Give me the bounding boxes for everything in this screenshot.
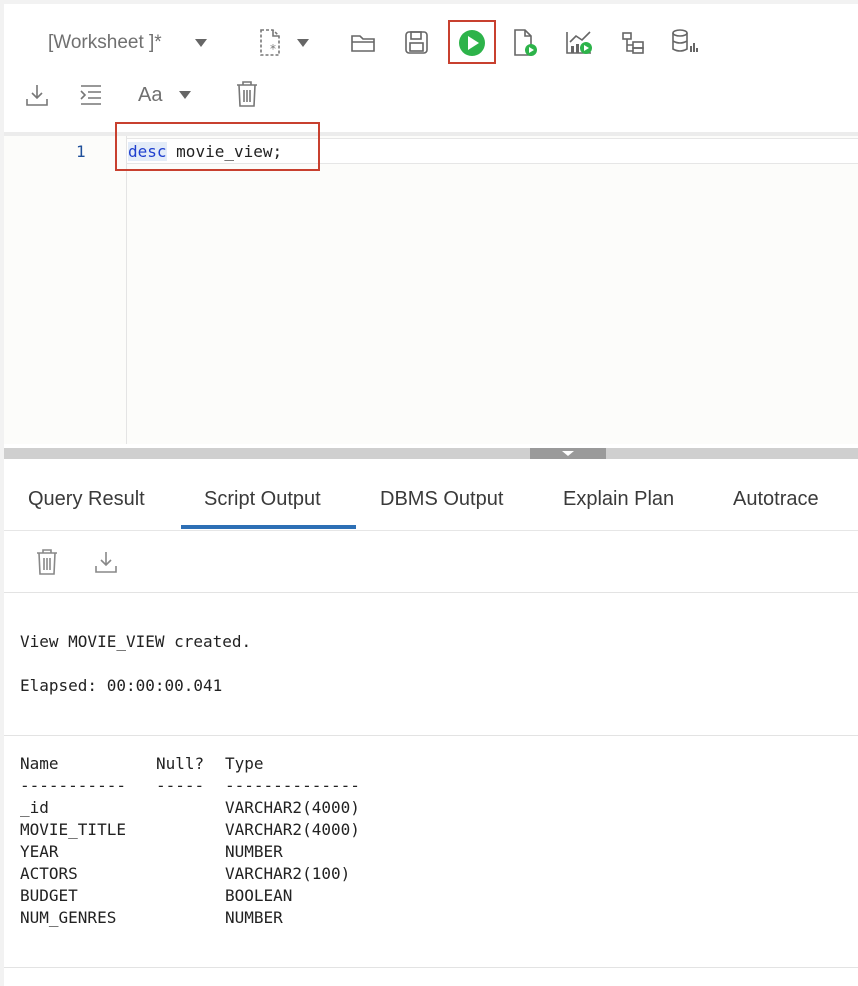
download-icon[interactable]	[24, 82, 50, 108]
tab-autotrace[interactable]: Autotrace	[733, 488, 819, 511]
underline-null: -----	[156, 776, 205, 795]
table-row: BUDGET BOOLEAN	[20, 885, 360, 907]
tab-dbms-output[interactable]: DBMS Output	[380, 488, 503, 511]
column-name: MOVIE_TITLE	[20, 820, 126, 839]
splitter-handle[interactable]	[530, 448, 606, 459]
tab-explain-plan[interactable]: Explain Plan	[563, 488, 674, 511]
run-statement-icon[interactable]	[458, 29, 486, 57]
table-row: YEAR NUMBER	[20, 841, 360, 863]
font-size-label[interactable]: Aa	[138, 84, 162, 107]
underline-type: --------------	[225, 776, 360, 795]
chevron-down-icon[interactable]	[296, 38, 310, 48]
tabs-divider	[4, 530, 858, 531]
line-gutter	[4, 136, 127, 444]
explain-plan-icon[interactable]	[620, 30, 646, 56]
code-editor[interactable]: 1 desc movie_view;	[4, 132, 858, 444]
format-indent-icon[interactable]	[78, 84, 104, 106]
describe-underline-row: ----------- ----- --------------	[20, 775, 360, 797]
underline-name: -----------	[20, 776, 126, 795]
chevron-down-icon[interactable]	[194, 38, 208, 48]
new-file-icon[interactable]: *	[258, 28, 284, 58]
column-header-name: Name	[20, 754, 59, 773]
column-header-type: Type	[225, 754, 264, 773]
column-type: VARCHAR2(4000)	[225, 798, 360, 817]
trash-icon[interactable]	[34, 548, 60, 576]
column-name: BUDGET	[20, 886, 78, 905]
column-type: NUMBER	[225, 908, 283, 927]
download-icon[interactable]	[93, 549, 119, 575]
sql-worksheet: [Worksheet ]* * Aa 1 desc movie_view; Qu…	[4, 4, 858, 986]
table-row: MOVIE_TITLE VARCHAR2(4000)	[20, 819, 360, 841]
pane-splitter[interactable]	[4, 448, 858, 459]
table-row: NUM_GENRES NUMBER	[20, 907, 360, 929]
output-divider	[4, 592, 858, 593]
active-tab-indicator	[181, 525, 356, 529]
column-name: YEAR	[20, 842, 59, 861]
run-script-icon[interactable]	[512, 28, 538, 58]
column-name: _id	[20, 798, 49, 817]
table-row: _id VARCHAR2(4000)	[20, 797, 360, 819]
line-number: 1	[76, 142, 86, 161]
column-type: VARCHAR2(100)	[225, 864, 351, 883]
describe-header-row: Name Null? Type	[20, 753, 360, 775]
column-name: ACTORS	[20, 864, 78, 883]
column-type: NUMBER	[225, 842, 283, 861]
tab-query-result[interactable]: Query Result	[28, 488, 145, 511]
output-divider	[4, 735, 858, 736]
created-message: View MOVIE_VIEW created.	[20, 632, 252, 651]
tab-script-output[interactable]: Script Output	[204, 488, 321, 511]
output-divider	[4, 967, 858, 968]
trash-icon[interactable]	[234, 80, 260, 108]
sql-tuning-icon[interactable]	[670, 28, 700, 56]
worksheet-selector[interactable]: [Worksheet ]*	[48, 32, 162, 54]
autotrace-chart-icon[interactable]	[564, 28, 594, 56]
column-header-null: Null?	[156, 754, 205, 773]
code-highlight	[115, 122, 320, 171]
svg-text:*: *	[270, 42, 276, 56]
chevron-down-icon[interactable]	[178, 90, 192, 100]
table-row: ACTORS VARCHAR2(100)	[20, 863, 360, 885]
elapsed-time: Elapsed: 00:00:00.041	[20, 676, 223, 695]
open-folder-icon[interactable]	[350, 32, 378, 54]
column-type: BOOLEAN	[225, 886, 293, 905]
describe-output: Name Null? Type ----------- ----- ----------…	[20, 753, 360, 929]
column-type: VARCHAR2(4000)	[225, 820, 360, 839]
save-icon[interactable]	[404, 30, 430, 56]
column-name: NUM_GENRES	[20, 908, 117, 927]
